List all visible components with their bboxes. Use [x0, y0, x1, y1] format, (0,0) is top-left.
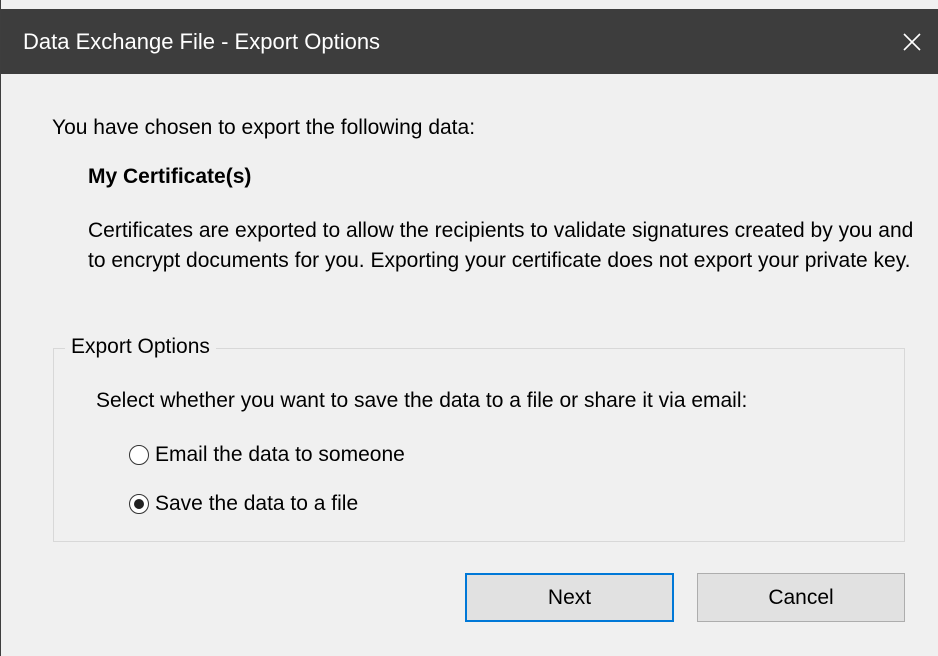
- next-button[interactable]: Next: [465, 573, 674, 622]
- radio-button-unselected[interactable]: [129, 445, 149, 465]
- export-data-item: My Certificate(s): [88, 165, 252, 188]
- radio-email[interactable]: Email the data to someone: [129, 443, 405, 467]
- export-options-dialog: Data Exchange File - Export Options You …: [0, 0, 938, 656]
- radio-save-file[interactable]: Save the data to a file: [129, 492, 358, 516]
- radio-save-file-label[interactable]: Save the data to a file: [155, 492, 358, 516]
- intro-text: You have chosen to export the following …: [52, 116, 476, 139]
- title-bar: Data Exchange File - Export Options: [1, 9, 938, 74]
- instruction-text: Select whether you want to save the data…: [96, 389, 748, 412]
- description-text: Certificates are exported to allow the r…: [88, 219, 914, 272]
- radio-button-selected[interactable]: [129, 494, 149, 514]
- radio-email-label[interactable]: Email the data to someone: [155, 443, 405, 467]
- window-title: Data Exchange File - Export Options: [23, 29, 381, 54]
- cancel-button[interactable]: Cancel: [697, 573, 905, 622]
- group-legend: Export Options: [65, 335, 216, 359]
- close-button[interactable]: [884, 9, 938, 74]
- radio-selected-dot: [134, 499, 144, 509]
- close-icon: [902, 32, 921, 51]
